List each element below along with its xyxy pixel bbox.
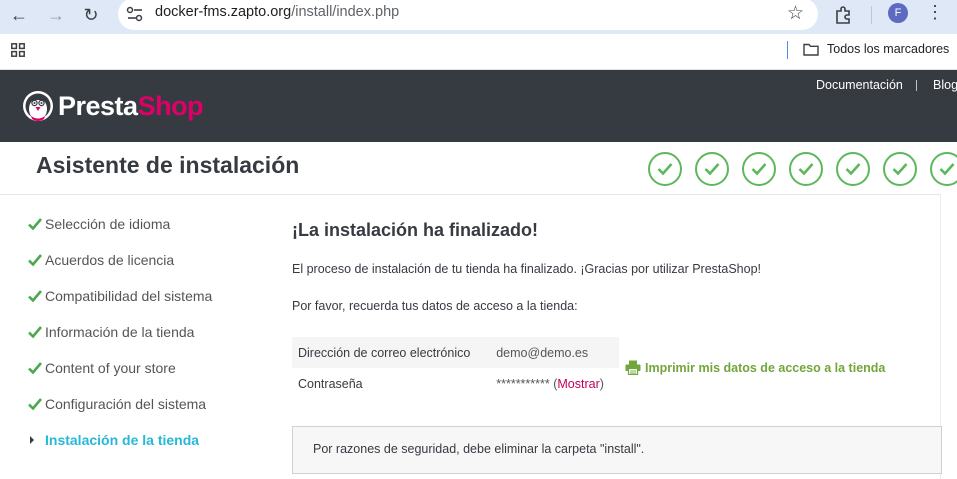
step-complete-check-icon bbox=[648, 152, 682, 186]
sidebar-item-compatibility[interactable]: Compatibilidad del sistema bbox=[28, 286, 212, 306]
reload-icon[interactable]: ↻ bbox=[78, 2, 104, 28]
printer-icon bbox=[625, 360, 641, 375]
check-icon bbox=[28, 362, 42, 375]
step-complete-check-icon bbox=[742, 152, 776, 186]
step-complete-check-icon bbox=[789, 152, 823, 186]
print-credentials-link[interactable]: Imprimir mis datos de acceso a la tienda bbox=[625, 360, 885, 375]
email-value: demo@demo.es bbox=[490, 337, 619, 368]
credentials-table: Dirección de correo electrónico demo@dem… bbox=[292, 337, 619, 399]
password-value: *********** bbox=[496, 376, 550, 391]
blog-link[interactable]: Blog bbox=[933, 78, 957, 92]
prestashop-logo[interactable]: PrestaShop bbox=[22, 86, 204, 126]
url-text: docker-fms.zapto.org/install/index.php bbox=[155, 4, 399, 20]
security-alert: Por razones de seguridad, debe eliminar … bbox=[292, 426, 942, 474]
sidebar-item-installation[interactable]: Instalación de la tienda bbox=[28, 430, 199, 450]
header-link-separator bbox=[916, 80, 917, 91]
forward-arrow-icon[interactable]: → bbox=[43, 2, 69, 28]
page-title: Asistente de instalación bbox=[36, 152, 300, 178]
check-icon bbox=[28, 398, 42, 411]
bookmarks-separator bbox=[787, 41, 788, 59]
password-cell: *********** (Mostrar) bbox=[490, 368, 619, 399]
url-host: docker-fms.zapto.org bbox=[155, 4, 292, 20]
back-arrow-icon[interactable]: ← bbox=[6, 2, 32, 28]
site-info-icon[interactable] bbox=[126, 6, 144, 22]
logo-wordmark: PrestaShop bbox=[58, 90, 204, 121]
folder-icon[interactable] bbox=[803, 43, 819, 56]
table-row: Dirección de correo electrónico demo@dem… bbox=[292, 337, 619, 368]
sidebar-item-label: Información de la tienda bbox=[45, 324, 195, 340]
address-bar[interactable]: docker-fms.zapto.org/install/index.php ☆ bbox=[118, 0, 818, 30]
apps-grid-icon[interactable] bbox=[11, 43, 25, 57]
check-icon bbox=[28, 326, 42, 339]
sidebar-item-label: Acuerdos de licencia bbox=[45, 252, 175, 268]
current-step-arrow-icon bbox=[30, 436, 34, 444]
sidebar-item-label: Configuración del sistema bbox=[45, 396, 207, 412]
sidebar-item-label: Instalación de la tienda bbox=[45, 432, 200, 448]
sidebar-item-store-info[interactable]: Información de la tienda bbox=[28, 322, 194, 342]
show-password-link[interactable]: Mostrar bbox=[557, 377, 599, 391]
bookmarks-bar: Todos los marcadores bbox=[0, 34, 957, 70]
sidebar-item-label: Compatibilidad del sistema bbox=[45, 288, 213, 304]
print-link-label: Imprimir mis datos de acceso a la tienda bbox=[645, 360, 886, 375]
browser-toolbar: ← → ↻ docker-fms.zapto.org/install/index… bbox=[0, 0, 957, 34]
paren-close: ) bbox=[599, 376, 604, 391]
title-divider bbox=[0, 194, 940, 195]
step-complete-check-icon bbox=[930, 152, 957, 186]
puffin-logo-icon bbox=[23, 91, 53, 121]
sidebar-item-label: Content of your store bbox=[45, 360, 176, 376]
check-icon bbox=[28, 218, 42, 231]
profile-avatar[interactable]: F bbox=[888, 3, 908, 23]
table-row: Contraseña *********** (Mostrar) bbox=[292, 368, 619, 399]
url-path: /install/index.php bbox=[291, 4, 400, 20]
step-complete-check-icon bbox=[883, 152, 917, 186]
completion-message: El proceso de instalación de tu tienda h… bbox=[292, 262, 762, 276]
sidebar-item-language[interactable]: Selección de idioma bbox=[28, 214, 170, 234]
menu-kebab-icon[interactable]: ⋮ bbox=[926, 2, 944, 23]
main-heading: ¡La instalación ha finalizado! bbox=[292, 220, 539, 240]
toolbar-separator bbox=[871, 6, 872, 24]
all-bookmarks-label[interactable]: Todos los marcadores bbox=[827, 42, 949, 56]
check-icon bbox=[28, 254, 42, 267]
sidebar-item-label: Selección de idioma bbox=[45, 216, 171, 232]
credentials-reminder: Por favor, recuerda tus datos de acceso … bbox=[292, 299, 578, 313]
sidebar-item-license[interactable]: Acuerdos de licencia bbox=[28, 250, 174, 270]
step-complete-check-icon bbox=[836, 152, 870, 186]
check-icon bbox=[28, 290, 42, 303]
extensions-puzzle-icon[interactable] bbox=[833, 4, 855, 26]
email-label: Dirección de correo electrónico bbox=[292, 337, 491, 368]
step-complete-check-icon bbox=[695, 152, 729, 186]
prestashop-header: PrestaShop Documentación Blog bbox=[0, 70, 957, 142]
sidebar-item-content[interactable]: Content of your store bbox=[28, 358, 176, 378]
security-notice-text: Por razones de seguridad, debe eliminar … bbox=[313, 442, 645, 456]
sidebar-item-system-config[interactable]: Configuración del sistema bbox=[28, 394, 206, 414]
bookmark-star-icon[interactable]: ☆ bbox=[787, 2, 804, 25]
documentation-link[interactable]: Documentación bbox=[816, 78, 903, 92]
password-label: Contraseña bbox=[298, 376, 363, 391]
